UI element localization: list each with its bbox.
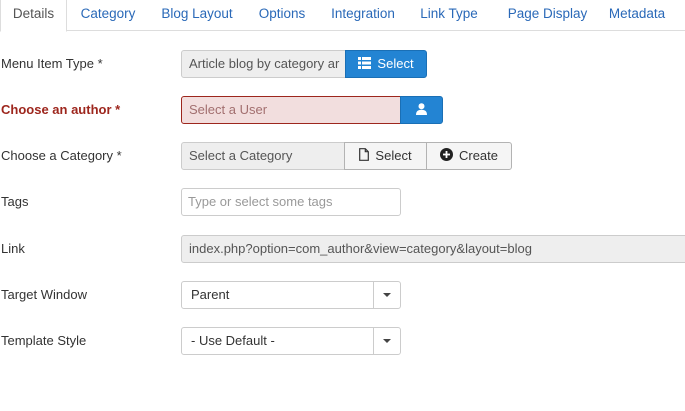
category-create-label: Create	[458, 148, 499, 163]
category-select-label: Select	[375, 148, 412, 163]
tab-metadata[interactable]: Metadata	[603, 0, 671, 31]
chevron-down-icon[interactable]	[373, 282, 400, 308]
tab-blog-layout[interactable]: Blog Layout	[153, 0, 241, 31]
tab-bar: Details Category Blog Layout Options Int…	[0, 0, 685, 32]
user-icon	[416, 98, 427, 124]
link-label: Link	[1, 241, 25, 256]
menu-item-type-label: Menu Item Type *	[1, 56, 103, 71]
target-window-label: Target Window	[1, 287, 87, 302]
author-label: Choose an author *	[1, 102, 121, 117]
plus-circle-icon	[439, 144, 453, 170]
target-window-value: Parent	[191, 287, 230, 302]
target-window-select[interactable]: Parent	[181, 281, 401, 309]
file-icon	[359, 144, 370, 170]
category-label: Choose a Category *	[1, 148, 122, 163]
menu-item-type-field: Article blog by category ar	[181, 50, 347, 78]
tab-page-display[interactable]: Page Display	[495, 0, 600, 31]
author-field[interactable]: Select a User	[181, 96, 401, 124]
list-icon	[358, 52, 372, 78]
tab-category[interactable]: Category	[72, 0, 144, 31]
author-select-button[interactable]	[400, 96, 443, 124]
menu-item-type-select-label: Select	[377, 56, 414, 71]
category-select-button[interactable]: Select	[344, 142, 427, 170]
tab-link-type[interactable]: Link Type	[412, 0, 486, 31]
template-style-label: Template Style	[1, 333, 87, 348]
template-style-select[interactable]: - Use Default -	[181, 327, 401, 355]
tab-details[interactable]: Details	[0, 0, 67, 32]
tags-label: Tags	[1, 194, 29, 209]
tags-input[interactable]: Type or select some tags	[181, 188, 401, 216]
template-style-value: - Use Default -	[191, 333, 275, 348]
link-field: index.php?option=com_author&view=categor…	[181, 235, 685, 263]
tab-options[interactable]: Options	[250, 0, 314, 31]
category-create-button[interactable]: Create	[426, 142, 512, 170]
menu-item-type-select-button[interactable]: Select	[345, 50, 427, 78]
chevron-down-icon[interactable]	[373, 328, 400, 354]
tab-integration[interactable]: Integration	[323, 0, 403, 31]
category-field: Select a Category	[181, 142, 347, 170]
